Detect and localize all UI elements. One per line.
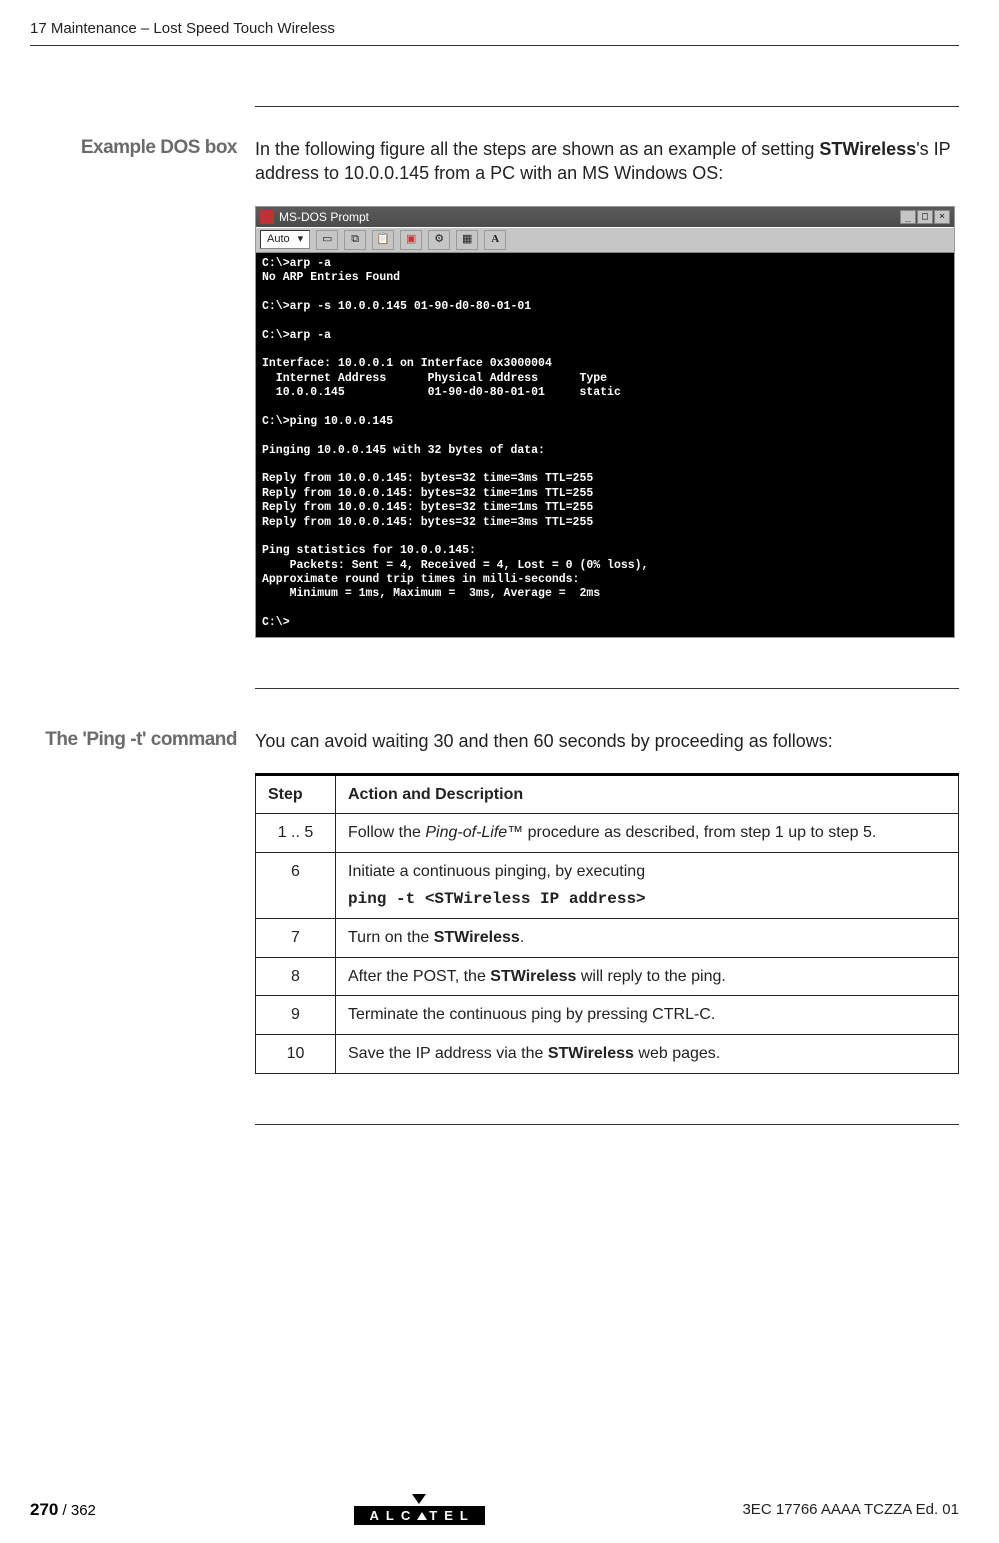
page-num-rest: / 362 [58,1502,96,1519]
page-num-bold: 270 [30,1500,58,1519]
logo-text: ALCTEL [354,1506,485,1525]
step-cell: 7 [256,919,336,958]
dos-titlebar: MS-DOS Prompt _ □ × [256,207,954,227]
document-id: 3EC 17766 AAAA TCZZA Ed. 01 [742,1501,959,1518]
maximize-button[interactable]: □ [917,210,933,224]
section-title-dos: Example DOS box [30,137,255,638]
table-row: 10 Save the IP address via the STWireles… [256,1034,959,1073]
step-cell: 1 .. 5 [256,814,336,853]
toolbar-btn-1[interactable]: ▭ [316,230,338,250]
action-cell: Terminate the continuous ping by pressin… [336,996,959,1035]
toolbar-btn-paste[interactable]: 📋 [372,230,394,250]
action-cell: Save the IP address via the STWireless w… [336,1034,959,1073]
logo-triangle-icon [412,1494,426,1504]
section-ping-t: The 'Ping -t' command You can avoid wait… [30,729,959,1074]
action-text: web pages. [634,1045,720,1062]
toolbar-btn-props[interactable]: ⚙ [428,230,450,250]
dos-toolbar: Auto ▾ ▭ ⧉ 📋 ▣ ⚙ ▦ A [256,227,954,253]
action-cell: Turn on the STWireless. [336,919,959,958]
action-cell: Initiate a continuous pinging, by execut… [336,853,959,919]
toolbar-btn-full[interactable]: ▣ [400,230,422,250]
dos-terminal-output: C:\>arp -a No ARP Entries Found C:\>arp … [256,253,954,637]
intro-1: In the following figure all the steps ar… [255,139,819,159]
page-footer: 270 / 362 ALCTEL 3EC 17766 AAAA TCZZA Ed… [30,1494,959,1525]
table-row: 8 After the POST, the STWireless will re… [256,957,959,996]
alcatel-logo: ALCTEL [354,1494,485,1525]
dos-dropdown-value: Auto [267,232,290,247]
step-cell: 9 [256,996,336,1035]
section-title-ping: The 'Ping -t' command [30,729,255,1074]
table-row: 7 Turn on the STWireless. [256,919,959,958]
th-step: Step [256,774,336,814]
dos-title-icon [260,210,274,224]
step-cell: 6 [256,853,336,919]
toolbar-btn-font[interactable]: A [484,230,506,250]
action-text: Turn on the [348,929,434,946]
action-text: will reply to the ping. [576,968,725,985]
step-cell: 10 [256,1034,336,1073]
action-text: Save the IP address via the [348,1045,548,1062]
page-header: 17 Maintenance – Lost Speed Touch Wirele… [30,20,959,46]
section-example-dos: Example DOS box In the following figure … [30,137,959,638]
separator [255,106,959,107]
step-cell: 8 [256,957,336,996]
chevron-down-icon: ▾ [298,232,304,247]
table-row: 1 .. 5 Follow the Ping-of-Life™ procedur… [256,814,959,853]
table-row: 9 Terminate the continuous ping by press… [256,996,959,1035]
action-em: Ping-of-Life™ [425,824,523,841]
action-text: procedure as described, from step 1 up t… [523,824,876,841]
dos-title-area: MS-DOS Prompt [260,209,369,225]
toolbar-btn-copy[interactable]: ⧉ [344,230,366,250]
intro-text-dos: In the following figure all the steps ar… [255,137,959,186]
table-row: 6 Initiate a continuous pinging, by exec… [256,853,959,919]
page-number: 270 / 362 [30,1500,96,1520]
action-cell: After the POST, the STWireless will repl… [336,957,959,996]
minimize-button[interactable]: _ [900,210,916,224]
th-action: Action and Description [336,774,959,814]
intro-bold: STWireless [819,139,916,159]
action-text: Initiate a continuous pinging, by execut… [348,863,645,880]
intro-text-ping: You can avoid waiting 30 and then 60 sec… [255,729,959,753]
action-bold: STWireless [434,929,520,946]
action-text: Follow the [348,824,425,841]
action-cell: Follow the Ping-of-Life™ procedure as de… [336,814,959,853]
toolbar-btn-bg[interactable]: ▦ [456,230,478,250]
dos-font-dropdown[interactable]: Auto ▾ [260,230,310,249]
separator [255,688,959,689]
separator [255,1124,959,1125]
dos-title-text: MS-DOS Prompt [279,209,369,225]
action-text: After the POST, the [348,968,490,985]
close-button[interactable]: × [934,210,950,224]
action-bold: STWireless [490,968,576,985]
command-text: ping -t <STWireless IP address> [348,889,946,911]
action-text: . [520,929,524,946]
dos-window-controls: _ □ × [900,210,950,224]
dos-window: MS-DOS Prompt _ □ × Auto ▾ ▭ ⧉ 📋 ▣ ⚙ ▦ A [255,206,955,638]
logo-a-triangle-icon [417,1512,427,1520]
steps-table: Step Action and Description 1 .. 5 Follo… [255,773,959,1074]
action-bold: STWireless [548,1045,634,1062]
